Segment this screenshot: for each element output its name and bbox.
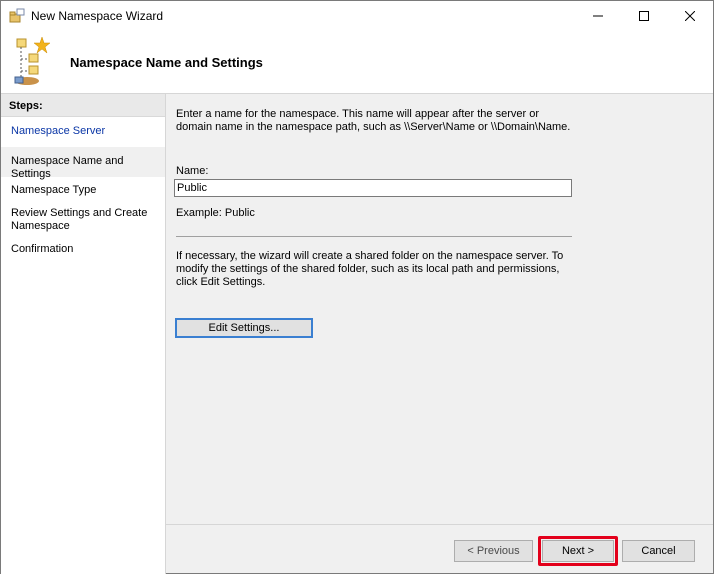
title-bar: New Namespace Wizard	[1, 1, 713, 31]
steps-heading-label: Steps:	[9, 100, 43, 112]
step-review-settings: Review Settings and Create Namespace	[11, 207, 148, 232]
cancel-label: Cancel	[641, 545, 676, 557]
minimize-button[interactable]	[575, 1, 621, 31]
step-namespace-server[interactable]: Namespace Server	[11, 125, 163, 138]
close-button[interactable]	[667, 1, 713, 31]
footer-divider	[166, 524, 713, 525]
window-title: New Namespace Wizard	[31, 9, 164, 23]
edit-settings-button[interactable]: Edit Settings...	[175, 318, 313, 338]
step-confirmation: Confirmation	[11, 243, 74, 255]
steps-panel: Steps: Namespace Server Namespace Name a…	[1, 94, 166, 574]
wizard-content: Enter a name for the namespace. This nam…	[166, 94, 713, 524]
maximize-button[interactable]	[621, 1, 667, 31]
wizard-app-icon	[9, 8, 25, 24]
minimize-icon	[593, 15, 603, 17]
previous-label: < Previous	[467, 545, 520, 557]
name-label: Name:	[176, 165, 209, 177]
wizard-header: Namespace Name and Settings	[1, 31, 713, 94]
wizard-window: New Namespace Wizard Namespace Name and …	[0, 0, 714, 574]
maximize-icon	[639, 11, 649, 21]
page-title: Namespace Name and Settings	[70, 55, 263, 70]
next-label: Next >	[561, 545, 595, 557]
name-description: Enter a name for the namespace. This nam…	[176, 108, 571, 133]
name-example: Example: Public	[176, 207, 255, 219]
cancel-button[interactable]: Cancel	[622, 540, 695, 562]
close-icon	[685, 11, 695, 21]
step-namespace-name-and-settings: Namespace Name and Settings	[11, 155, 124, 180]
namespace-name-input[interactable]	[174, 179, 572, 197]
shared-folder-note: If necessary, the wizard will create a s…	[176, 250, 564, 288]
step-namespace-type: Namespace Type	[11, 184, 97, 196]
previous-button[interactable]: < Previous	[454, 540, 533, 562]
edit-settings-label: Edit Settings...	[208, 322, 280, 334]
namespace-wizard-icon	[11, 35, 51, 87]
next-button[interactable]: Next >	[542, 540, 614, 562]
content-divider	[176, 236, 572, 237]
steps-heading: Steps:	[1, 94, 165, 117]
